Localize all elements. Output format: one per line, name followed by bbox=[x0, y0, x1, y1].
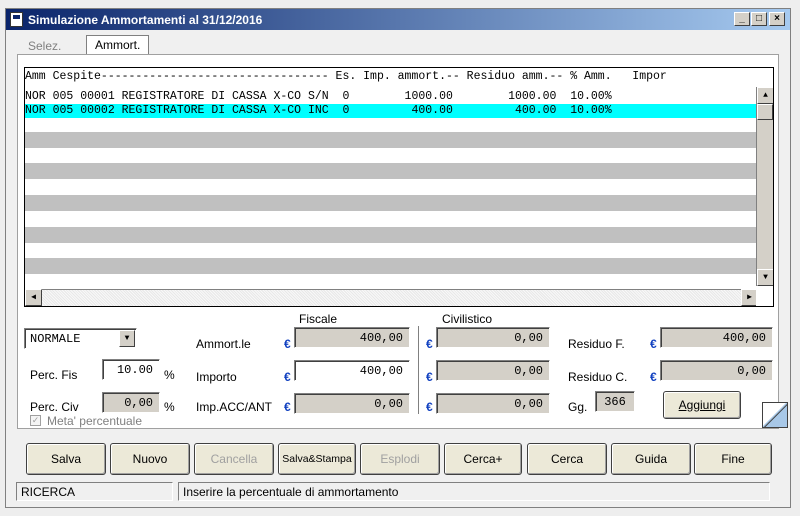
minimize-button[interactable]: _ bbox=[734, 12, 750, 26]
importo-label: Importo bbox=[196, 370, 237, 384]
tab-ammort[interactable]: Ammort. bbox=[86, 35, 150, 55]
window-title: Simulazione Ammortamenti al 31/12/2016 bbox=[28, 13, 263, 27]
fiscale-ammortle-field: 400,00 bbox=[294, 327, 410, 348]
impaccant-label: Imp.ACC/ANT bbox=[196, 400, 273, 414]
empty-row-stripe bbox=[25, 195, 758, 211]
euro-icon: € bbox=[284, 337, 291, 351]
app-icon bbox=[10, 12, 23, 27]
gg-field: 366 bbox=[595, 391, 635, 412]
civilistico-header: Civilistico bbox=[442, 312, 493, 326]
gg-label: Gg. bbox=[568, 400, 588, 414]
close-button[interactable]: × bbox=[769, 12, 785, 26]
empty-row-stripe bbox=[25, 258, 758, 274]
empty-row-stripe bbox=[25, 227, 758, 243]
meta-percentuale-label: Meta' percentuale bbox=[47, 414, 143, 428]
table-row[interactable]: NOR 005 00001 REGISTRATORE DI CASSA X-CO… bbox=[25, 90, 758, 104]
status-mode: RICERCA bbox=[16, 482, 173, 501]
perc-fis-input[interactable]: 10.00 bbox=[102, 359, 160, 380]
residuo-c-field: 0,00 bbox=[660, 360, 773, 381]
scroll-left-icon[interactable]: ◀ bbox=[25, 289, 42, 306]
residuo-c-label: Residuo C. bbox=[568, 370, 628, 384]
perc-civ-field: 0,00 bbox=[102, 392, 160, 413]
corner-indicator bbox=[762, 402, 788, 428]
percent-sign: % bbox=[164, 368, 175, 382]
fiscale-impaccant-field: 0,00 bbox=[294, 393, 410, 414]
scroll-thumb[interactable] bbox=[757, 104, 773, 120]
fiscale-header: Fiscale bbox=[299, 312, 338, 326]
empty-row-stripe bbox=[25, 132, 758, 148]
grid-header: Amm Cespite-----------------------------… bbox=[25, 70, 667, 83]
euro-icon: € bbox=[426, 370, 433, 384]
euro-icon: € bbox=[650, 370, 657, 384]
scroll-up-icon[interactable]: ▲ bbox=[757, 87, 773, 104]
salva-button[interactable]: Salva bbox=[26, 443, 106, 475]
column-divider bbox=[418, 326, 419, 414]
perc-fis-label: Perc. Fis bbox=[30, 368, 78, 382]
cerca-plus-button[interactable]: Cerca+ bbox=[444, 443, 522, 475]
guida-button[interactable]: Guida bbox=[611, 443, 691, 475]
percent-sign: % bbox=[164, 400, 175, 414]
fiscale-importo-input[interactable]: 400,00 bbox=[294, 360, 410, 381]
meta-percentuale-checkbox[interactable]: ✓ bbox=[30, 415, 41, 426]
aggiungi-button[interactable]: Aggiungi bbox=[663, 391, 741, 419]
perc-civ-label: Perc. Civ bbox=[30, 400, 79, 414]
euro-icon: € bbox=[284, 370, 291, 384]
civ-ammortle-field: 0,00 bbox=[436, 327, 550, 348]
horizontal-scrollbar[interactable]: ◀ ▶ bbox=[25, 289, 758, 306]
maximize-button[interactable]: □ bbox=[751, 12, 767, 26]
cespiti-grid[interactable]: Amm Cespite-----------------------------… bbox=[24, 67, 774, 307]
euro-icon: € bbox=[650, 337, 657, 351]
type-select[interactable]: NORMALE ▼ bbox=[24, 328, 137, 349]
fine-button[interactable]: Fine bbox=[694, 443, 772, 475]
scroll-down-icon[interactable]: ▼ bbox=[757, 269, 773, 286]
vertical-scrollbar[interactable]: ▲ ▼ bbox=[756, 87, 773, 286]
status-message: Inserire la percentuale di ammortamento bbox=[178, 482, 770, 501]
type-select-value: NORMALE bbox=[30, 332, 81, 346]
chevron-down-icon[interactable]: ▼ bbox=[119, 330, 135, 347]
civ-importo-field: 0,00 bbox=[436, 360, 550, 381]
civ-impaccant-field: 0,00 bbox=[436, 393, 550, 414]
residuo-f-label: Residuo F. bbox=[568, 337, 625, 351]
residuo-f-field: 400,00 bbox=[660, 327, 773, 348]
cerca-button[interactable]: Cerca bbox=[527, 443, 607, 475]
salva-stampa-button[interactable]: Salva&Stampa bbox=[278, 443, 356, 475]
cancella-button[interactable]: Cancella bbox=[194, 443, 274, 475]
title-bar: Simulazione Ammortamenti al 31/12/2016 _… bbox=[6, 9, 790, 30]
app-window: Simulazione Ammortamenti al 31/12/2016 _… bbox=[5, 8, 791, 508]
empty-row-stripe bbox=[25, 163, 758, 179]
scroll-corner bbox=[756, 289, 773, 306]
esplodi-button[interactable]: Esplodi bbox=[360, 443, 440, 475]
ammortle-label: Ammort.le bbox=[196, 337, 251, 351]
nuovo-button[interactable]: Nuovo bbox=[110, 443, 190, 475]
euro-icon: € bbox=[426, 337, 433, 351]
table-row-selected[interactable]: NOR 005 00002 REGISTRATORE DI CASSA X-CO… bbox=[25, 104, 758, 118]
euro-icon: € bbox=[284, 400, 291, 414]
euro-icon: € bbox=[426, 400, 433, 414]
